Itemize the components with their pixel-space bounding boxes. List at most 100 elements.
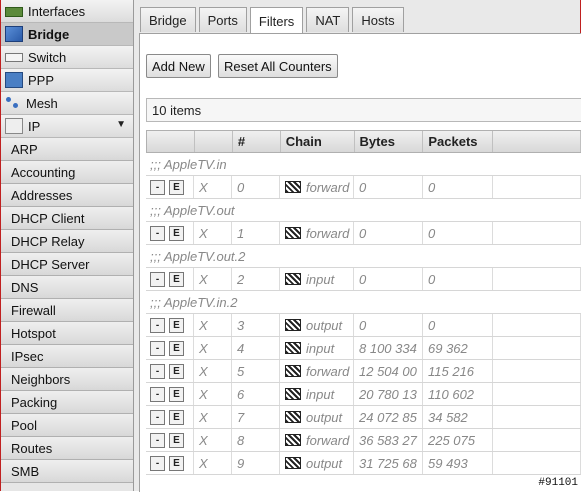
column-header-flag — [195, 131, 233, 152]
row-bytes: 31 725 68 — [354, 452, 423, 474]
sidebar-subitem-dns[interactable]: DNS — [1, 276, 133, 299]
switch-icon — [5, 52, 23, 62]
tab-filters[interactable]: Filters — [249, 7, 304, 34]
tab-ports[interactable]: Ports — [198, 7, 247, 32]
tab-hosts[interactable]: Hosts — [352, 7, 404, 32]
remove-rule-button[interactable]: - — [150, 225, 165, 241]
sidebar-item-ip[interactable]: IP ▼ — [1, 115, 133, 138]
sidebar-subitem-dhcp-server[interactable]: DHCP Server — [1, 253, 133, 276]
edit-rule-button[interactable]: E — [169, 455, 184, 471]
remove-rule-button[interactable]: - — [150, 386, 165, 402]
tab-nat[interactable]: NAT — [306, 7, 350, 32]
remove-rule-button[interactable]: - — [150, 271, 165, 287]
row-chain: output — [280, 452, 354, 474]
sidebar-subitem-dhcp-relay[interactable]: DHCP Relay — [1, 230, 133, 253]
chain-icon — [285, 411, 301, 423]
edit-rule-button[interactable]: E — [169, 271, 184, 287]
edit-rule-button[interactable]: E — [169, 340, 184, 356]
edit-rule-button[interactable]: E — [169, 317, 184, 333]
table-row[interactable]: - E X 0 forward 0 0 — [146, 176, 581, 199]
sidebar-subitem-arp[interactable]: ARP — [1, 138, 133, 161]
remove-rule-button[interactable]: - — [150, 455, 165, 471]
table-row[interactable]: - E X 1 forward 0 0 — [146, 222, 581, 245]
sidebar-subitem-neighbors[interactable]: Neighbors — [1, 368, 133, 391]
sidebar-subitem-firewall[interactable]: Firewall — [1, 299, 133, 322]
row-flag: X — [194, 314, 232, 336]
row-chain-label: input — [306, 340, 335, 356]
remove-rule-button[interactable]: - — [150, 363, 165, 379]
remove-rule-button[interactable]: - — [150, 409, 165, 425]
row-packets: 34 582 — [423, 406, 493, 428]
row-spacer — [493, 360, 581, 382]
sidebar-item-label: Mesh — [26, 95, 58, 111]
sidebar-subitem-packing[interactable]: Packing — [1, 391, 133, 414]
edit-rule-button[interactable]: E — [169, 409, 184, 425]
sidebar-subitem-hotspot[interactable]: Hotspot — [1, 322, 133, 345]
row-spacer — [493, 176, 581, 198]
sidebar-subitem-routes[interactable]: Routes — [1, 437, 133, 460]
column-header-number[interactable]: # — [233, 131, 281, 152]
row-bytes: 0 — [354, 176, 423, 198]
table-row[interactable]: - E X 2 input 0 0 — [146, 268, 581, 291]
mesh-icon — [5, 96, 21, 110]
column-header-packets[interactable]: Packets — [423, 131, 494, 152]
sidebar-subitem-addresses[interactable]: Addresses — [1, 184, 133, 207]
column-header-bytes[interactable]: Bytes — [355, 131, 424, 152]
row-controls: -E — [146, 406, 194, 428]
sidebar-subitem-pool[interactable]: Pool — [1, 414, 133, 437]
remove-rule-button[interactable]: - — [150, 432, 165, 448]
row-number: 9 — [232, 452, 280, 474]
row-number: 1 — [232, 222, 280, 244]
sidebar-item-bridge[interactable]: Bridge — [1, 23, 133, 46]
table-row[interactable]: - E X 5 forward 12 504 00 115 216 — [146, 360, 581, 383]
row-chain-label: input — [306, 386, 335, 402]
table-row[interactable]: - E X 8 forward 36 583 27 225 075 — [146, 429, 581, 452]
remove-rule-button[interactable]: - — [150, 179, 165, 195]
row-spacer — [493, 429, 581, 451]
edit-rule-button[interactable]: E — [169, 386, 184, 402]
column-header-chain[interactable]: Chain — [281, 131, 355, 152]
row-chain-label: output — [306, 455, 343, 471]
row-bytes: 0 — [354, 268, 423, 290]
edit-rule-button[interactable]: E — [169, 225, 184, 241]
table-row[interactable]: - E X 4 input 8 100 334 69 362 — [146, 337, 581, 360]
row-bytes: 20 780 13 — [354, 383, 423, 405]
corner-badge: #91101 — [537, 477, 579, 489]
row-flag: X — [194, 360, 232, 382]
sidebar-subitem-smb[interactable]: SMB — [1, 460, 133, 483]
chain-icon — [285, 227, 301, 239]
sidebar-item-label: PPP — [28, 72, 55, 88]
sidebar-subitem-ipsec[interactable]: IPsec — [1, 345, 133, 368]
sidebar-item-label: IP — [28, 118, 41, 134]
row-bytes: 8 100 334 — [354, 337, 423, 359]
sidebar-item-switch[interactable]: Switch — [1, 46, 133, 69]
sidebar-item-ppp[interactable]: PPP — [1, 69, 133, 92]
table-row[interactable]: - E X 9 output 31 725 68 59 493 — [146, 452, 581, 475]
sidebar-subitem-dhcp-client[interactable]: DHCP Client — [1, 207, 133, 230]
sidebar-item-mesh[interactable]: Mesh — [1, 92, 133, 115]
edit-rule-button[interactable]: E — [169, 432, 184, 448]
remove-rule-button[interactable]: - — [150, 340, 165, 356]
sidebar-item-label: Bridge — [28, 26, 70, 42]
expand-arrow-icon: ▼ — [116, 119, 126, 130]
row-controls: -E — [146, 360, 194, 382]
row-number: 6 — [232, 383, 280, 405]
chain-icon — [285, 273, 301, 285]
sidebar-item-interfaces[interactable]: Interfaces — [1, 0, 133, 23]
table-row[interactable]: - E X 3 output 0 0 — [146, 314, 581, 337]
remove-rule-button[interactable]: - — [150, 317, 165, 333]
row-flag: X — [194, 337, 232, 359]
add-new-button[interactable]: Add New — [146, 54, 211, 78]
sidebar-subitem-accounting[interactable]: Accounting — [1, 161, 133, 184]
row-controls: -E — [146, 268, 194, 290]
reset-all-counters-button[interactable]: Reset All Counters — [218, 54, 338, 78]
table-row[interactable]: - E X 6 input 20 780 13 110 602 — [146, 383, 581, 406]
table-row[interactable]: - E X 7 output 24 072 85 34 582 — [146, 406, 581, 429]
tab-bridge[interactable]: Bridge — [140, 7, 196, 32]
row-bytes: 24 072 85 — [354, 406, 423, 428]
edit-rule-button[interactable]: E — [169, 363, 184, 379]
row-chain: forward — [280, 429, 354, 451]
filters-table: # Chain Bytes Packets ;;; AppleTV.in - E X 0… — [146, 130, 581, 475]
row-chain: forward — [280, 360, 354, 382]
edit-rule-button[interactable]: E — [169, 179, 184, 195]
